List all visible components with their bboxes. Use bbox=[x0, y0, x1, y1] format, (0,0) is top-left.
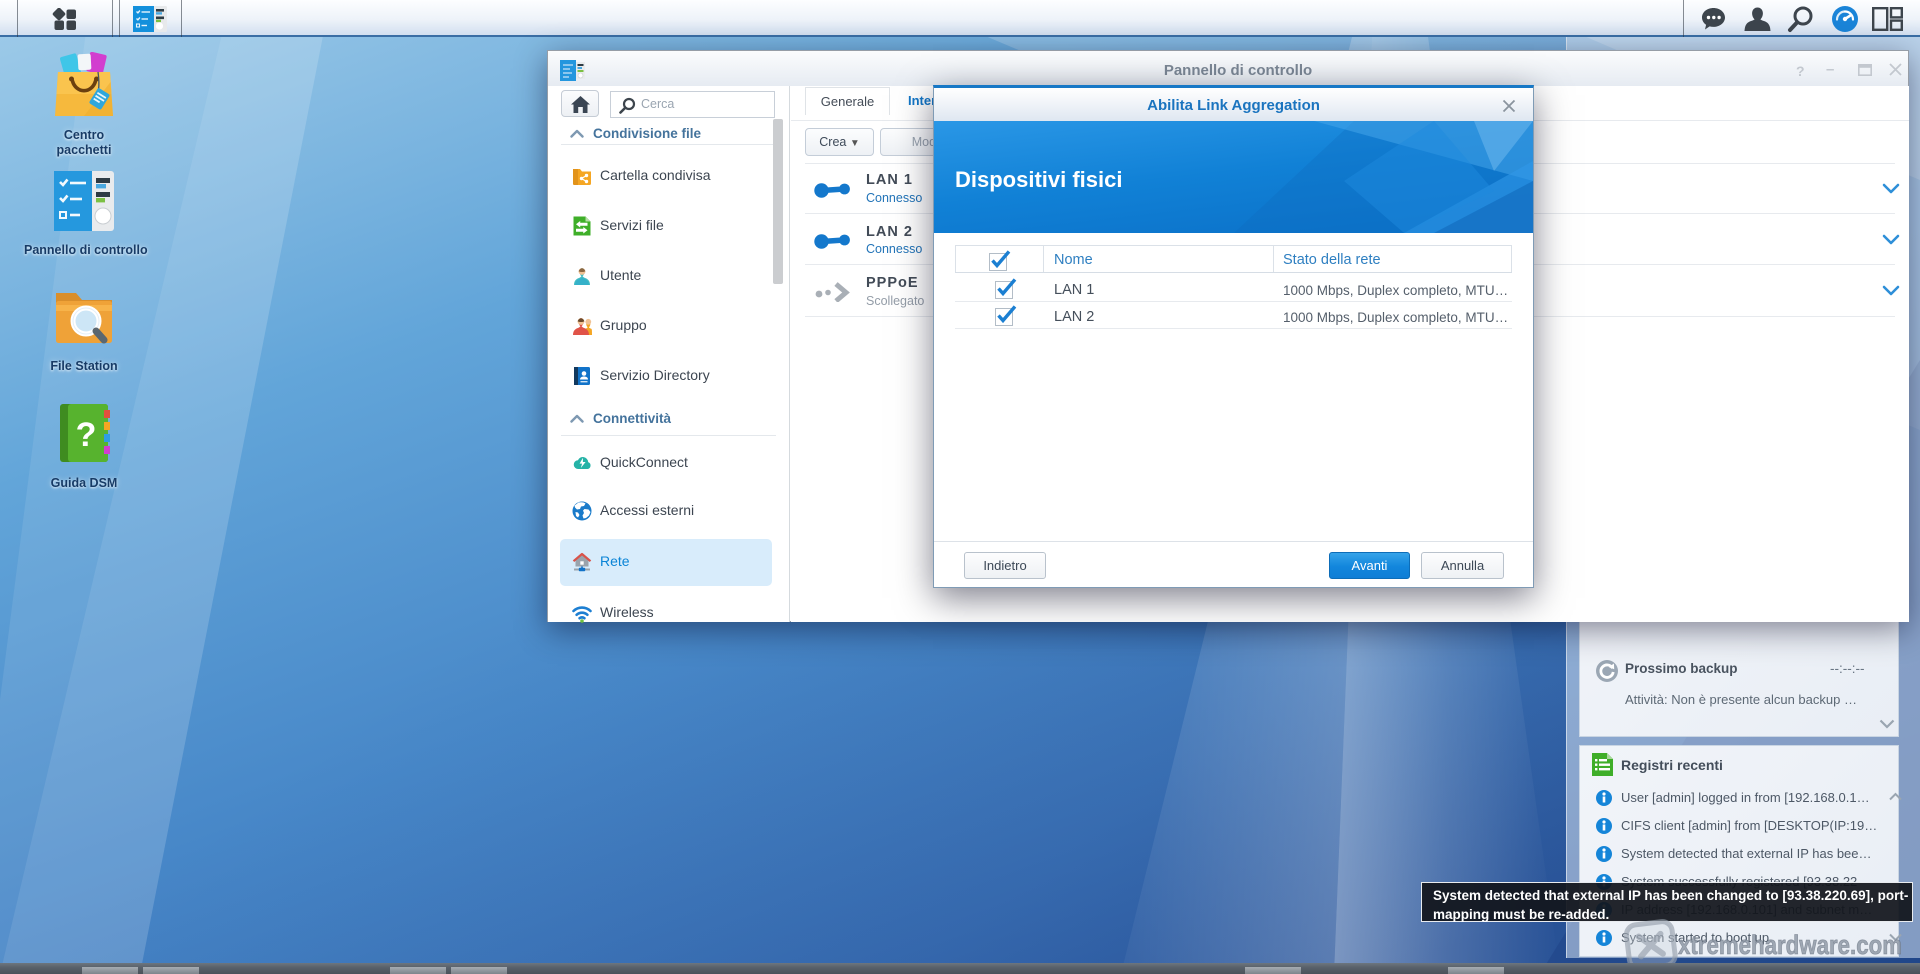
svg-text:xtremehardware.com: xtremehardware.com bbox=[1678, 930, 1902, 960]
svg-text:Dispositivi fisici: Dispositivi fisici bbox=[955, 167, 1123, 192]
svg-text:?: ? bbox=[76, 416, 97, 454]
